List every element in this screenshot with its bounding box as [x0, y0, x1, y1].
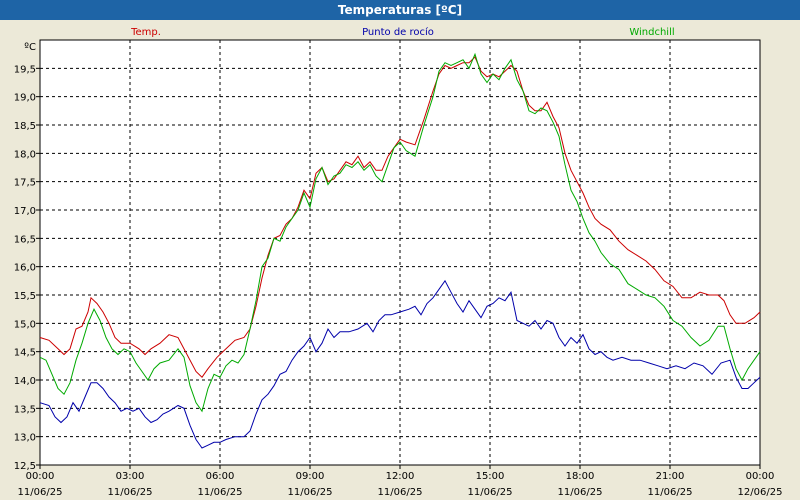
y-tick-label: 13,0: [14, 433, 36, 444]
chart-window: Temperaturas [ºC] 12,5 13,0 13,5 14,0 14,5 15…: [0, 0, 800, 500]
x-tick-label-time: 12:00: [386, 471, 415, 482]
y-tick-label: 14,0: [14, 376, 36, 387]
y-tick-label: 19,5: [14, 64, 36, 75]
y-tick-label: 13,5: [14, 404, 36, 415]
x-tick-label-time: 03:00: [116, 471, 145, 482]
x-tick-label-time: 00:00: [26, 471, 55, 482]
x-tick-label-time: 18:00: [566, 471, 595, 482]
y-tick-label: 18,0: [14, 149, 36, 160]
x-tick-label-date: 11/06/25: [288, 487, 333, 498]
y-tick-label: 19,0: [14, 93, 36, 104]
x-tick-label-date: 11/06/25: [18, 487, 63, 498]
y-tick-label: 16,0: [14, 263, 36, 274]
x-tick-label-date: 11/06/25: [648, 487, 693, 498]
y-tick-label: 15,0: [14, 319, 36, 330]
x-tick-label-time: 09:00: [296, 471, 325, 482]
y-axis-unit: ºC: [24, 42, 36, 53]
x-tick-label-date: 12/06/25: [738, 487, 783, 498]
x-tick-label-date: 11/06/25: [558, 487, 603, 498]
x-tick-label-time: 00:00: [746, 471, 775, 482]
legend-entry-0: Temp.: [130, 27, 161, 38]
y-tick-label: 14,5: [14, 348, 36, 359]
y-tick-label: 18,5: [14, 121, 36, 132]
y-tick-label: 16,5: [14, 234, 36, 245]
x-tick-label-date: 11/06/25: [108, 487, 153, 498]
x-tick-label-time: 15:00: [476, 471, 505, 482]
y-tick-label: 17,5: [14, 178, 36, 189]
x-tick-label-time: 06:00: [206, 471, 235, 482]
x-tick-label-time: 21:00: [656, 471, 685, 482]
x-tick-label-date: 11/06/25: [198, 487, 243, 498]
temperature-chart: 12,513,013,514,014,515,015,516,016,517,0…: [14, 26, 783, 498]
legend-entry-2: Windchill: [629, 27, 674, 38]
x-tick-label-date: 11/06/25: [378, 487, 423, 498]
y-tick-label: 15,5: [14, 291, 36, 302]
y-tick-label: 17,0: [14, 206, 36, 217]
legend-entry-1: Punto de rocío: [362, 26, 434, 38]
x-tick-label-date: 11/06/25: [468, 487, 513, 498]
